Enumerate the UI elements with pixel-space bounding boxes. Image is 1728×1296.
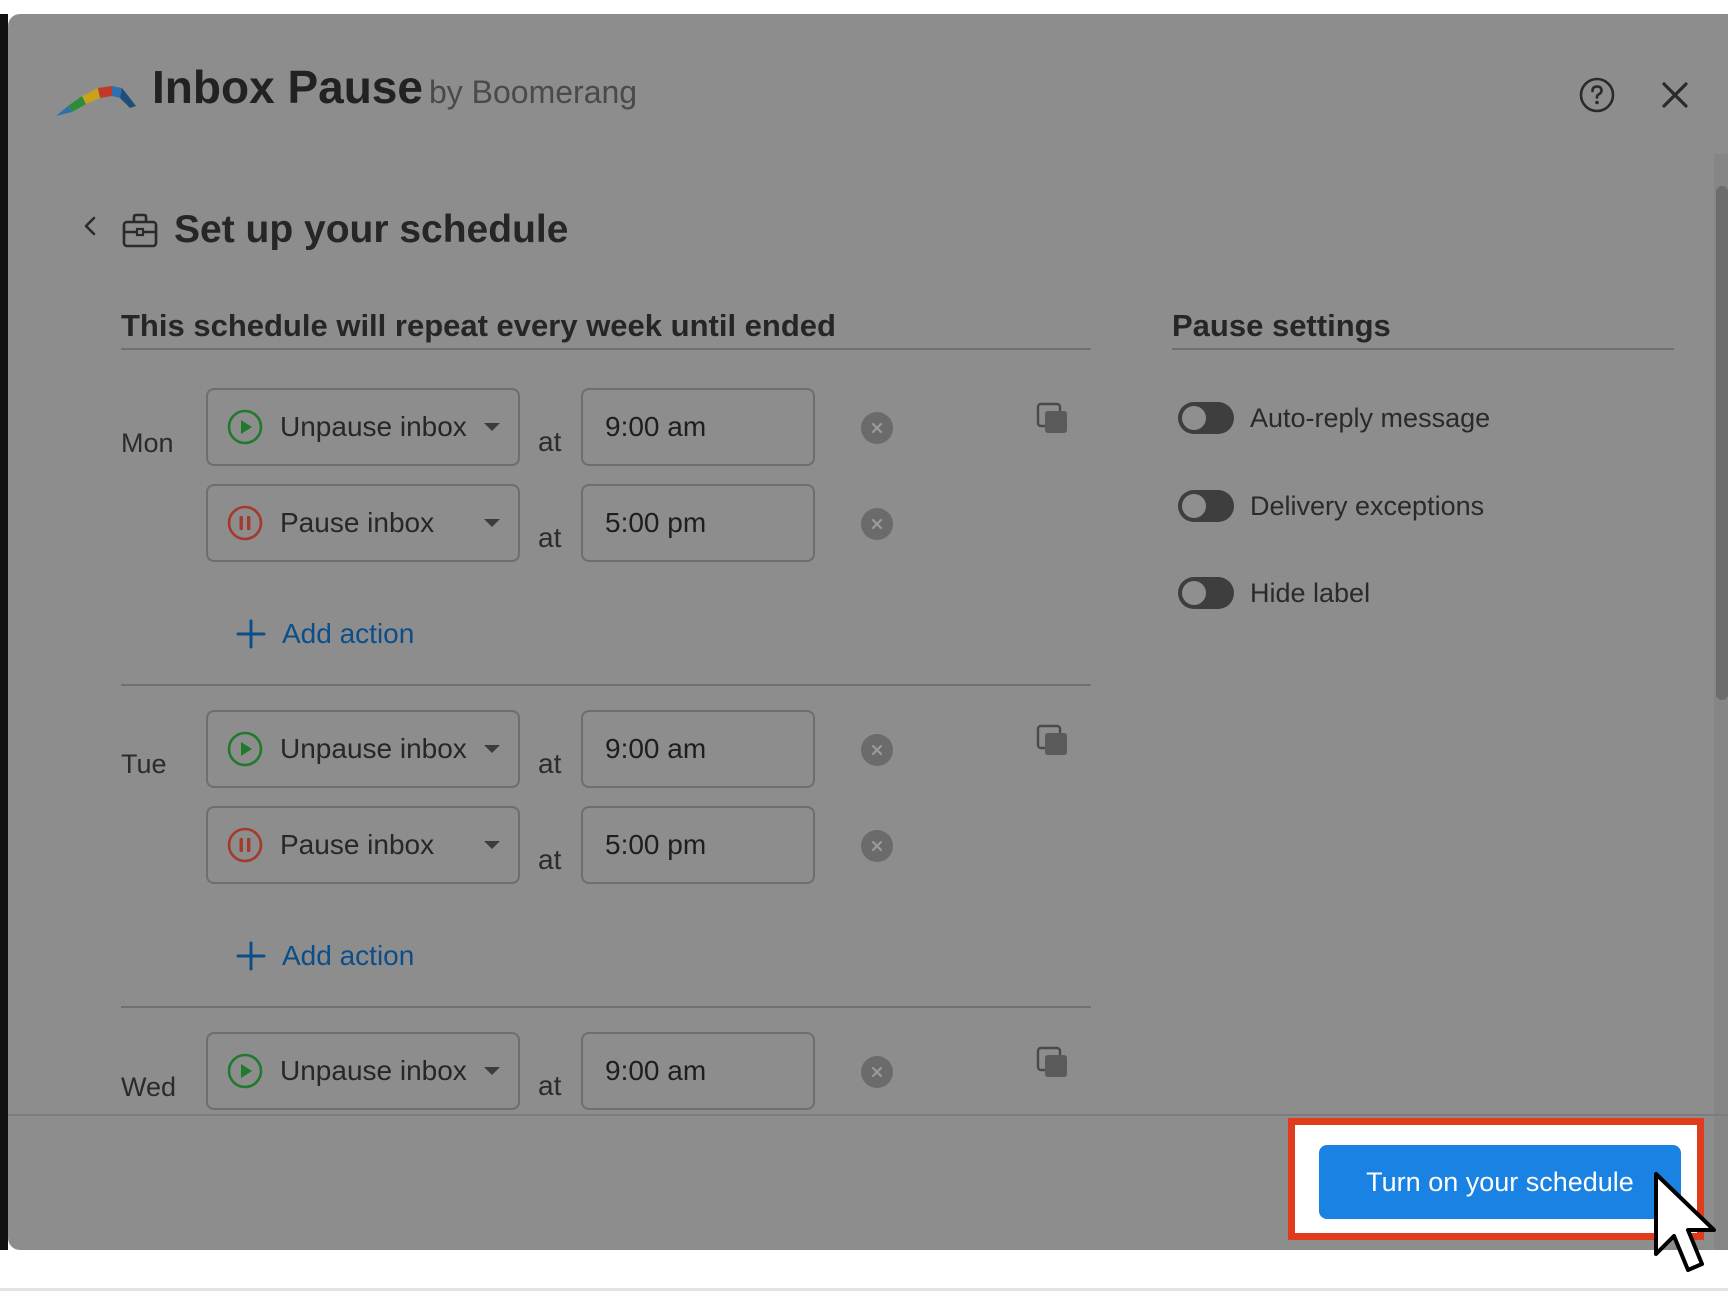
action-select-label: Pause inbox	[280, 507, 435, 538]
toggle-label: Hide label	[1250, 577, 1371, 608]
action-select-label: Unpause inbox	[280, 733, 467, 764]
action-select[interactable]: Unpause inbox	[206, 710, 520, 788]
toggle-row: Delivery exceptions	[1178, 490, 1484, 522]
at-label: at	[538, 748, 562, 779]
action-select-label: Unpause inbox	[280, 411, 467, 442]
scrollbar-thumb[interactable]	[1716, 186, 1728, 700]
remove-action-button[interactable]	[861, 412, 893, 444]
action-select-label: Pause inbox	[280, 829, 435, 860]
close-small-icon	[871, 422, 883, 434]
help-button[interactable]	[1572, 70, 1622, 120]
caret-down-icon	[484, 519, 500, 527]
close-icon	[1662, 82, 1688, 108]
action-select[interactable]: Pause inbox	[206, 806, 520, 884]
time-input[interactable]	[581, 1032, 815, 1110]
mouse-cursor-icon	[1654, 1172, 1716, 1272]
at-label: at	[538, 1070, 562, 1101]
close-small-icon	[871, 1066, 883, 1078]
boomerang-logo	[56, 86, 136, 116]
caret-down-icon	[484, 1067, 500, 1075]
briefcase-icon	[122, 213, 158, 248]
copy-icon[interactable]	[1034, 400, 1072, 438]
add-action-button[interactable]: Add action	[236, 940, 414, 972]
app-byline: by Boomerang	[428, 74, 638, 110]
pause-settings-heading: Pause settings	[1172, 308, 1391, 343]
at-label: at	[538, 844, 562, 875]
copy-icon[interactable]	[1034, 722, 1072, 760]
remove-action-button[interactable]	[861, 734, 893, 766]
action-select-label: Unpause inbox	[280, 1055, 467, 1086]
day-divider	[121, 1006, 1091, 1008]
at-label: at	[538, 522, 562, 553]
auto-reply-toggle[interactable]	[1178, 402, 1234, 434]
play-circle-icon	[227, 409, 263, 445]
day-label-mon: Mon	[121, 428, 174, 458]
help-circle-icon	[1579, 77, 1615, 113]
time-input[interactable]	[581, 388, 815, 466]
window-edge	[0, 14, 8, 1250]
pause-settings-divider	[1172, 348, 1674, 350]
pause-circle-icon	[227, 827, 263, 863]
toggle-row: Auto-reply message	[1178, 402, 1490, 434]
toggle-row: Hide label	[1178, 577, 1370, 609]
dialog-header: Inbox Pause by Boomerang	[8, 14, 1728, 164]
copy-icon[interactable]	[1034, 1044, 1072, 1082]
time-input[interactable]	[581, 806, 815, 884]
chevron-left-icon	[84, 216, 96, 236]
add-action-label: Add action	[282, 618, 415, 649]
schedule-heading: This schedule will repeat every week unt…	[121, 308, 836, 343]
play-circle-icon	[227, 731, 263, 767]
time-input[interactable]	[581, 710, 815, 788]
at-label: at	[538, 426, 562, 457]
app-title: Inbox Pause by Boomerang	[152, 60, 637, 114]
day-label-tue: Tue	[121, 749, 167, 779]
close-small-icon	[871, 518, 883, 530]
close-small-icon	[871, 744, 883, 756]
play-circle-icon	[227, 1053, 263, 1089]
app-name: Inbox Pause	[152, 61, 423, 113]
inbox-pause-dialog: Inbox Pause by Boomerang Set up your sche…	[8, 14, 1728, 1250]
remove-action-button[interactable]	[861, 508, 893, 540]
toggle-knob	[1182, 581, 1206, 605]
page-title: Set up your schedule	[174, 208, 569, 251]
close-small-icon	[871, 840, 883, 852]
schedule-heading-divider	[121, 348, 1091, 350]
plus-icon	[236, 619, 266, 649]
toggle-label: Delivery exceptions	[1250, 490, 1485, 521]
pause-circle-icon	[227, 505, 263, 541]
add-action-label: Add action	[282, 940, 415, 971]
turn-on-schedule-button[interactable]: Turn on your schedule	[1319, 1145, 1681, 1219]
caret-down-icon	[484, 841, 500, 849]
action-select[interactable]: Pause inbox	[206, 484, 520, 562]
back-button[interactable]	[70, 206, 110, 246]
caret-down-icon	[484, 423, 500, 431]
toggle-label: Auto-reply message	[1250, 402, 1491, 433]
page-bottom-border	[0, 1288, 1728, 1291]
remove-action-button[interactable]	[861, 1056, 893, 1088]
add-action-button[interactable]: Add action	[236, 618, 414, 650]
close-button[interactable]	[1650, 70, 1700, 120]
plus-icon	[236, 941, 266, 971]
delivery-exceptions-toggle[interactable]	[1178, 490, 1234, 522]
day-label-wed: Wed	[121, 1072, 177, 1102]
caret-down-icon	[484, 745, 500, 753]
remove-action-button[interactable]	[861, 830, 893, 862]
day-divider	[121, 684, 1091, 686]
time-input[interactable]	[581, 484, 815, 562]
toggle-knob	[1182, 406, 1206, 430]
action-select[interactable]: Unpause inbox	[206, 1032, 520, 1110]
action-select[interactable]: Unpause inbox	[206, 388, 520, 466]
toggle-knob	[1182, 494, 1206, 518]
hide-label-toggle[interactable]	[1178, 577, 1234, 609]
